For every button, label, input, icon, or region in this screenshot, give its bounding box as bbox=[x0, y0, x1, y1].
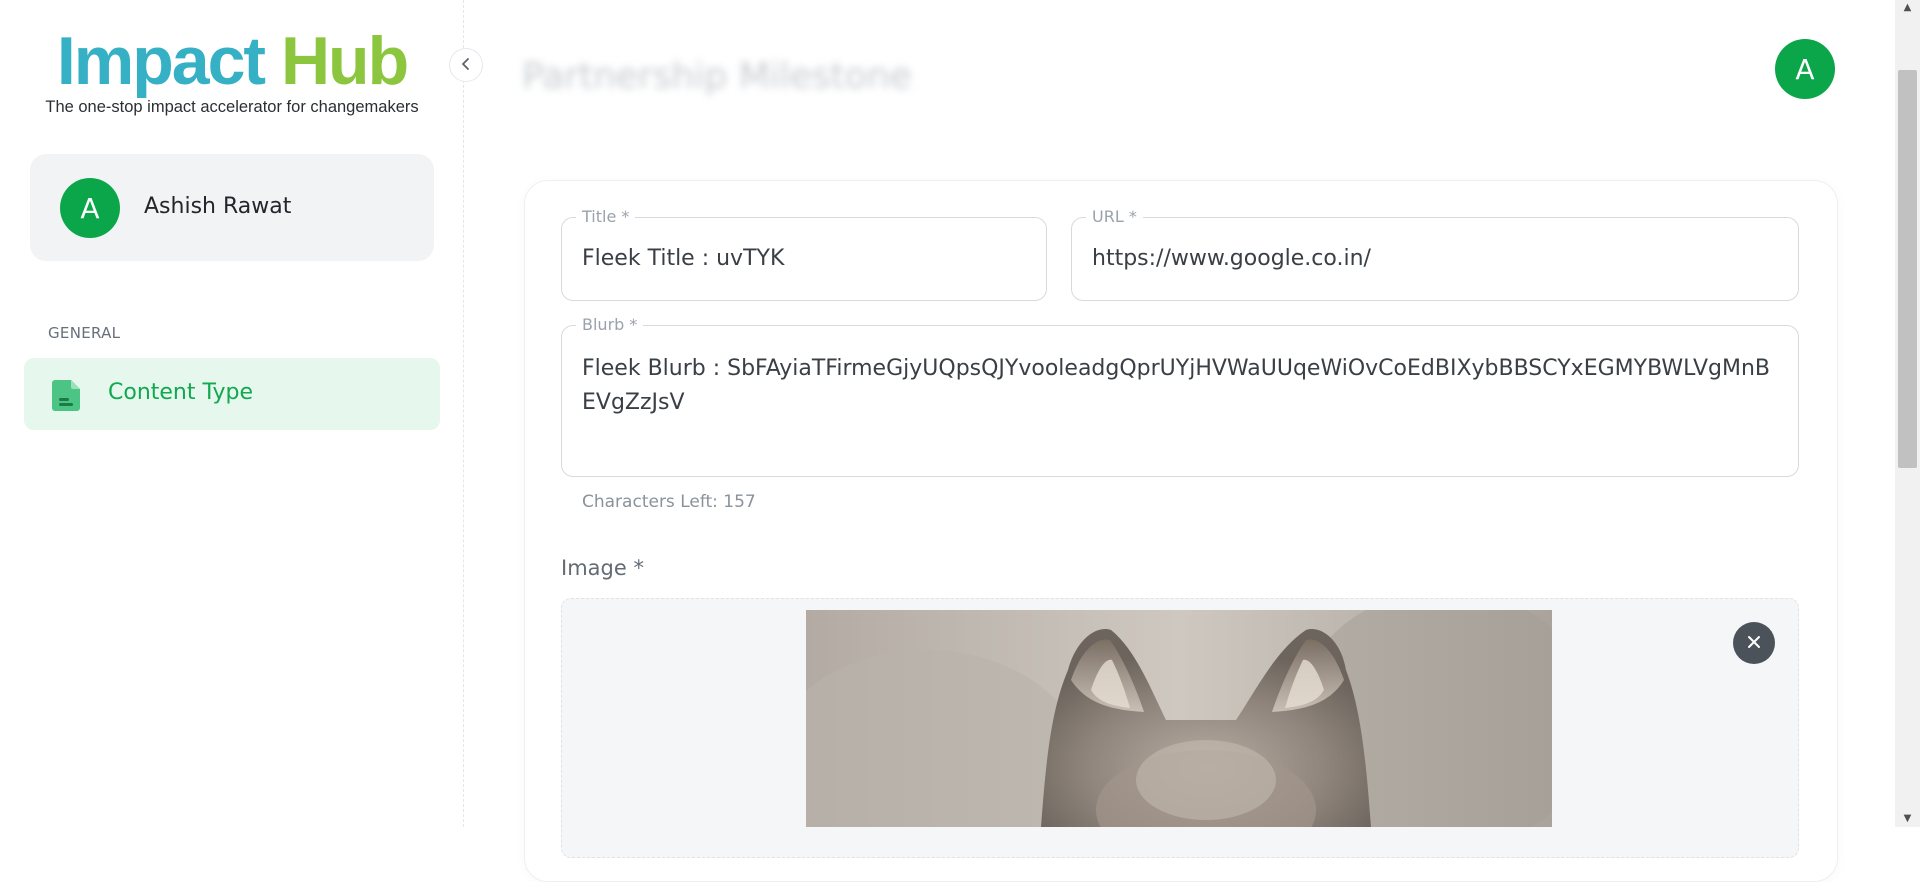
logo-word-hub: Hub bbox=[280, 23, 409, 99]
blurb-field-label: Blurb * bbox=[576, 315, 644, 335]
blurb-field-value[interactable]: Fleek Blurb : SbFAyiaTFirmeGjyUQpsQJYvoo… bbox=[582, 352, 1778, 420]
url-field-value[interactable]: https://www.google.co.in/ bbox=[1092, 242, 1778, 276]
page-scrollbar[interactable]: ▲ ▼ bbox=[1895, 0, 1920, 827]
remove-image-button[interactable] bbox=[1733, 622, 1775, 664]
image-label: Image * bbox=[561, 556, 644, 580]
characters-left-counter: Characters Left: 157 bbox=[582, 492, 756, 512]
logo-word-impact: Impact bbox=[56, 23, 266, 99]
close-icon bbox=[1746, 631, 1762, 656]
blurb-field[interactable]: Blurb * Fleek Blurb : SbFAyiaTFirmeGjyUQ… bbox=[561, 315, 1799, 477]
uploaded-image-preview bbox=[806, 610, 1552, 827]
scroll-up-arrow-icon[interactable]: ▲ bbox=[1895, 0, 1920, 16]
scrollbar-thumb[interactable] bbox=[1898, 70, 1917, 468]
logo: Impact Hub bbox=[0, 22, 464, 100]
sidebar: Impact Hub The one-stop impact accelerat… bbox=[0, 0, 464, 827]
chevron-left-icon bbox=[459, 55, 473, 76]
sidebar-item-label: Content Type bbox=[108, 380, 254, 405]
title-field-value[interactable]: Fleek Title : uvTYK bbox=[582, 242, 1026, 276]
tagline: The one-stop impact accelerator for chan… bbox=[45, 98, 419, 116]
url-field[interactable]: URL * https://www.google.co.in/ bbox=[1071, 207, 1799, 301]
section-label-general: GENERAL bbox=[48, 324, 121, 342]
collapse-sidebar-button[interactable] bbox=[449, 48, 483, 82]
user-name: Ashish Rawat bbox=[144, 194, 292, 219]
title-field-label: Title * bbox=[576, 207, 636, 227]
sidebar-item-content-type[interactable]: Content Type bbox=[24, 358, 440, 430]
scroll-down-arrow-icon[interactable]: ▼ bbox=[1895, 811, 1920, 827]
user-card[interactable]: A Ashish Rawat bbox=[30, 154, 434, 261]
document-icon bbox=[52, 378, 82, 412]
profile-avatar[interactable]: A bbox=[1775, 39, 1835, 99]
page-title: Partnership Milestone bbox=[522, 56, 912, 97]
url-field-label: URL * bbox=[1086, 207, 1143, 227]
user-avatar: A bbox=[60, 178, 120, 238]
title-field[interactable]: Title * Fleek Title : uvTYK bbox=[561, 207, 1047, 301]
